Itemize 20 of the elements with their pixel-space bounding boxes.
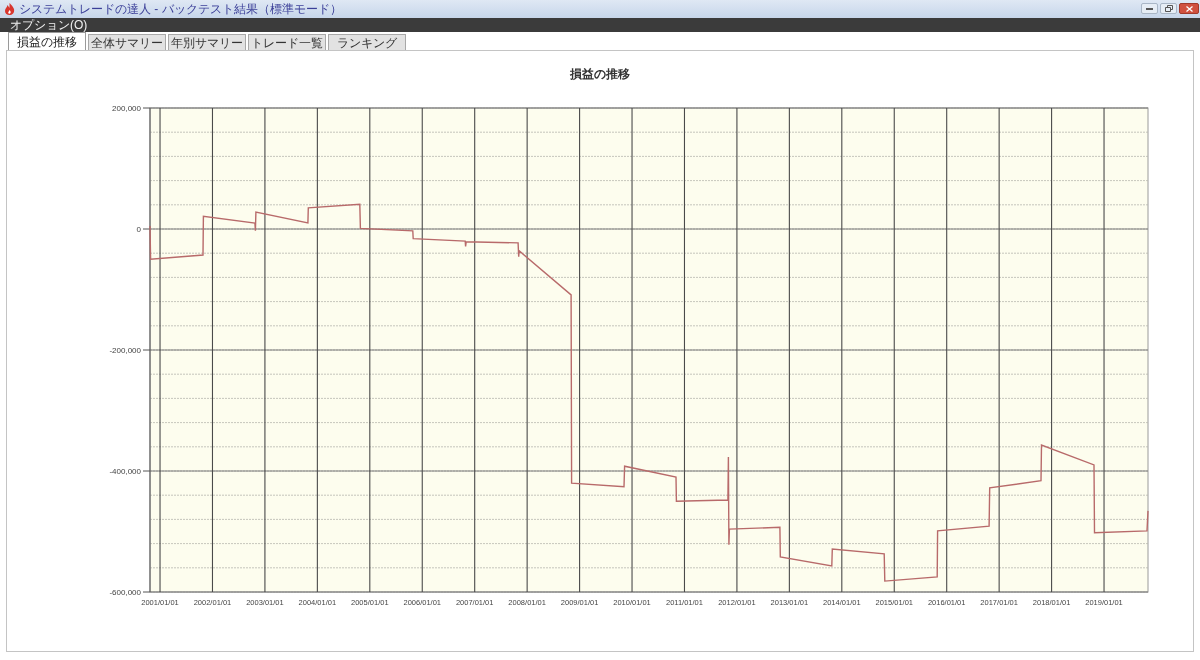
- close-icon: [1185, 5, 1193, 12]
- tab[interactable]: 年別サマリー: [168, 34, 246, 50]
- tab[interactable]: 損益の推移: [8, 32, 86, 50]
- tab[interactable]: ランキング: [328, 34, 406, 50]
- y-axis-label: -600,000: [109, 588, 141, 597]
- y-axis-label: 200,000: [112, 104, 141, 113]
- minimize-icon: [1146, 7, 1153, 10]
- close-button[interactable]: [1179, 3, 1199, 14]
- maximize-button[interactable]: [1160, 3, 1177, 14]
- y-axis-label: -200,000: [109, 346, 141, 355]
- menu-item[interactable]: オプション(O): [8, 18, 90, 32]
- y-axis-label: -400,000: [109, 467, 141, 476]
- chart-title: 損益の推移: [570, 67, 630, 81]
- tab[interactable]: 全体サマリー: [88, 34, 166, 50]
- y-axis-label: 0: [136, 225, 141, 234]
- window-title: システムトレードの達人 - バックテスト結果（標準モード）: [19, 2, 342, 16]
- minimize-button[interactable]: [1141, 3, 1158, 14]
- flame-icon: [4, 3, 15, 15]
- restore-icon: [1164, 5, 1173, 12]
- tab[interactable]: トレード一覧: [248, 34, 326, 50]
